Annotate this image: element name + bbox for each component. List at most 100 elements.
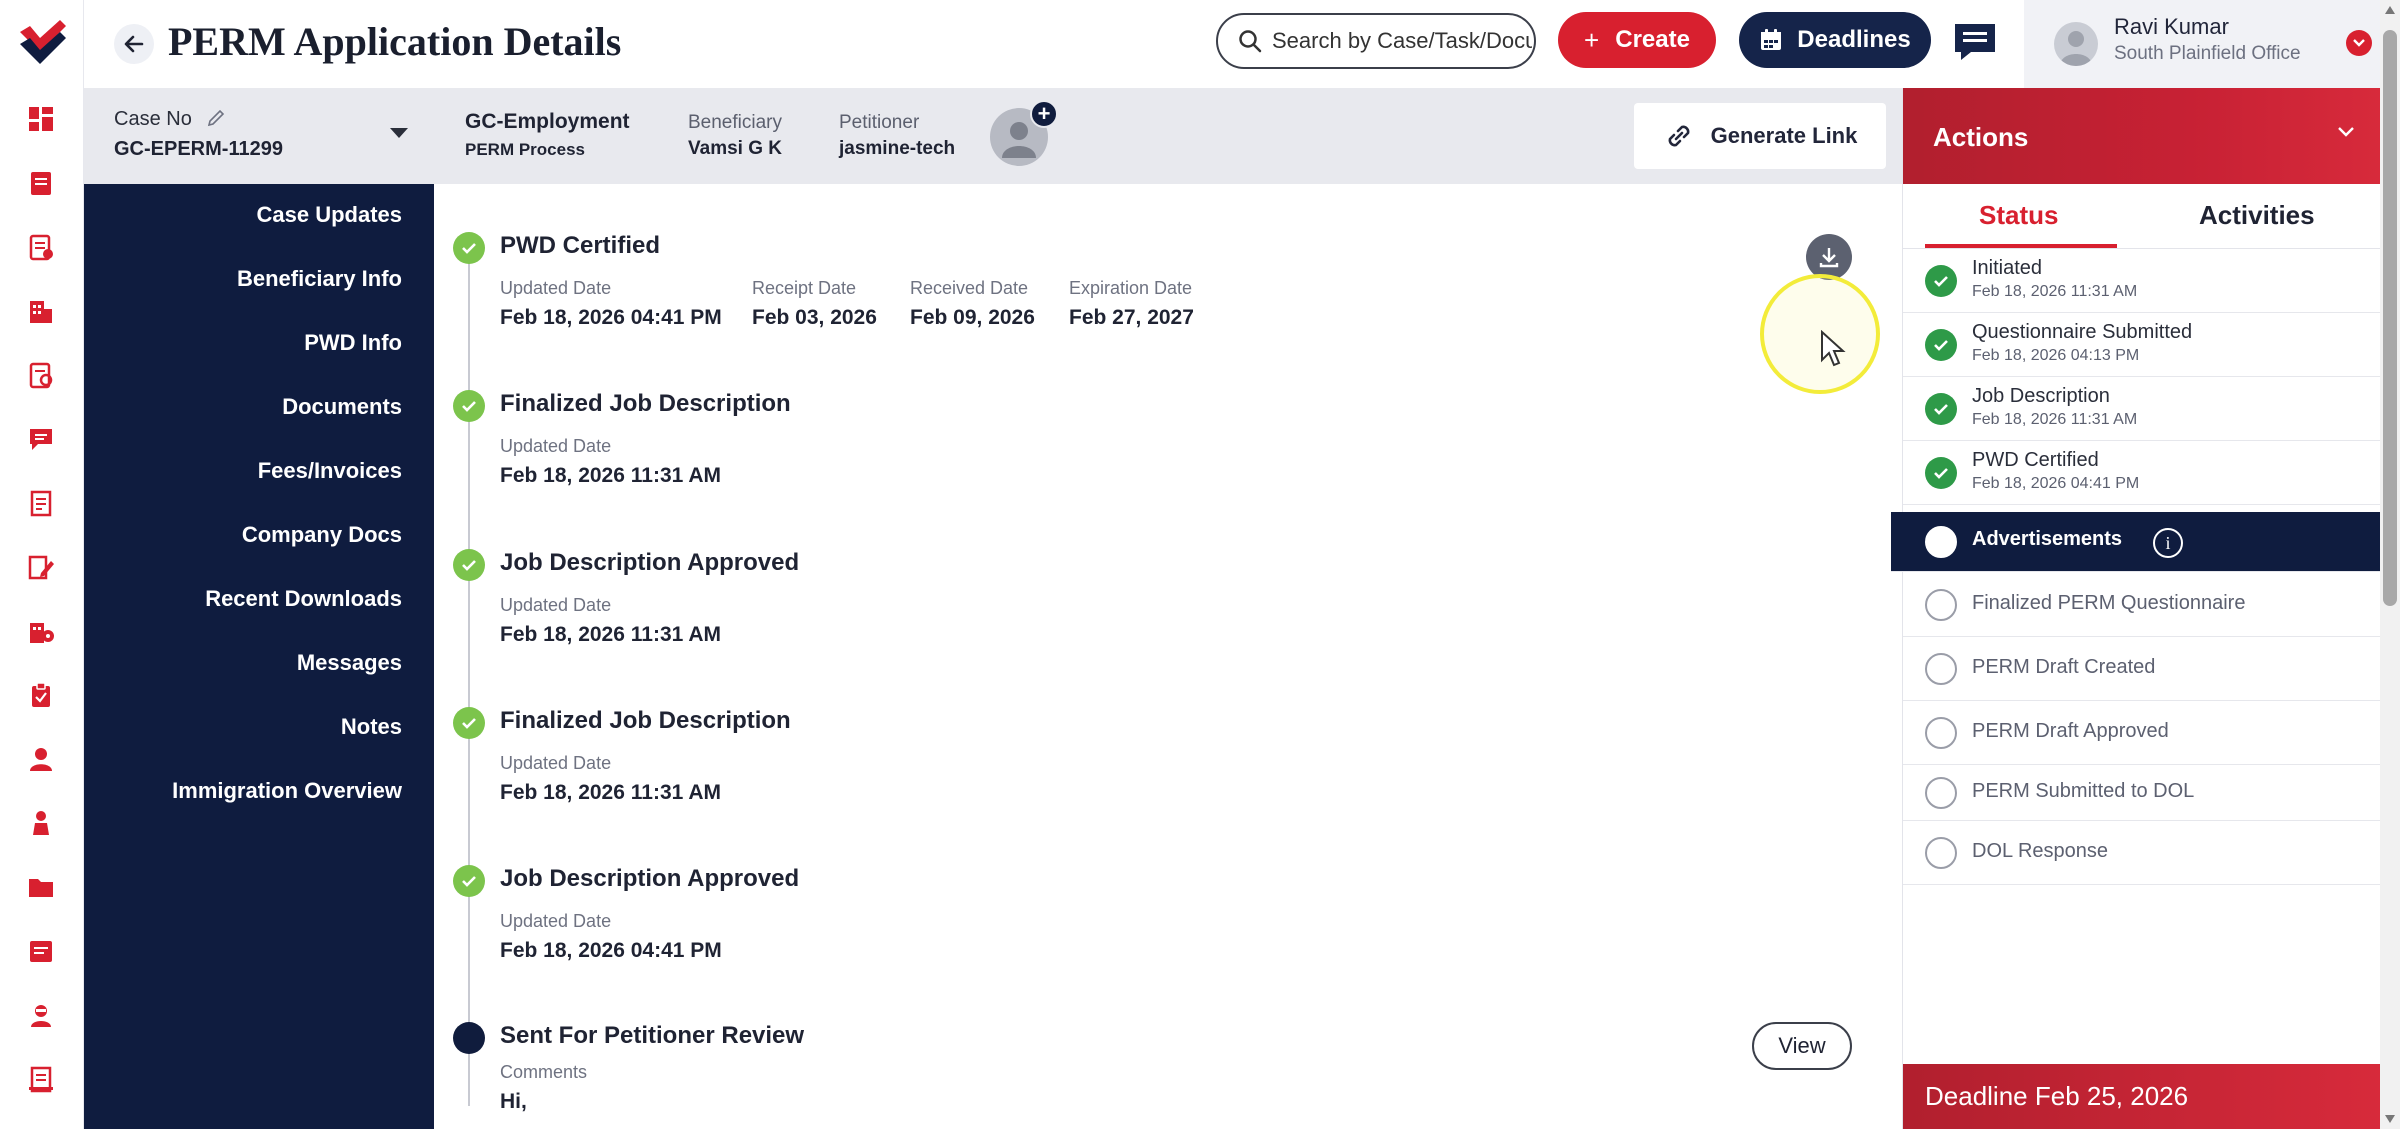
status-item-perm-draft-created[interactable]: PERM Draft Created (1903, 637, 2381, 701)
user-avatar (2054, 22, 2098, 66)
status-item-job-description[interactable]: Job Description Feb 18, 2026 11:31 AM (1903, 377, 2381, 441)
scroll-up-icon[interactable] (2385, 6, 2395, 14)
deadline-banner[interactable]: Deadline Feb 25, 2026 (1903, 1064, 2381, 1129)
document-search-icon[interactable] (22, 356, 60, 394)
back-button[interactable] (114, 24, 154, 64)
nav-beneficiary-info[interactable]: Beneficiary Info (237, 266, 402, 292)
actions-header[interactable]: Actions (1903, 88, 2381, 184)
status-item-perm-draft-approved[interactable]: PERM Draft Approved (1903, 701, 2381, 765)
forms-icon[interactable] (22, 228, 60, 266)
invoice-icon[interactable] (22, 484, 60, 522)
field-value: Feb 18, 2026 11:31 AM (500, 623, 722, 646)
person-icon[interactable] (22, 804, 60, 842)
status-item-perm-submitted-to-dol[interactable]: PERM Submitted to DOL (1903, 765, 2381, 821)
petitioner-label: Petitioner (839, 112, 920, 133)
status-item-finalized-perm-questionnaire[interactable]: Finalized PERM Questionnaire (1903, 573, 2381, 637)
case-updates-timeline: PWD Certified Updated Date Feb 18, 2026 … (434, 184, 1902, 1129)
user-icon[interactable] (22, 740, 60, 778)
scroll-down-icon[interactable] (2385, 1115, 2395, 1123)
check-icon (453, 390, 485, 422)
timeline-title: Sent For Petitioner Review (500, 1022, 805, 1049)
cases-icon[interactable] (22, 164, 60, 202)
beneficiary-name[interactable]: Vamsi G K (688, 138, 782, 160)
create-button[interactable]: + Create (1558, 12, 1716, 68)
deadlines-button[interactable]: Deadlines (1739, 12, 1931, 68)
chevron-down-icon[interactable] (2346, 30, 2372, 56)
check-circle-icon (1925, 457, 1957, 489)
field-label: Receipt Date (752, 278, 857, 298)
nav-company-docs[interactable]: Company Docs (242, 522, 402, 548)
add-petitioner-button[interactable]: + (1030, 100, 1058, 128)
mouse-cursor-icon (1821, 330, 1846, 367)
empty-circle-icon (1925, 653, 1957, 685)
scroll-thumb[interactable] (2383, 30, 2397, 606)
field-value: Feb 03, 2026 (752, 306, 877, 329)
clipboard-icon[interactable] (22, 676, 60, 714)
status-item-advertisements[interactable]: Advertisements i (1891, 512, 2381, 572)
nav-notes[interactable]: Notes (341, 714, 402, 740)
nav-documents[interactable]: Documents (282, 394, 402, 420)
timeline-title: Finalized Job Description (500, 707, 791, 734)
folder-icon[interactable] (22, 868, 60, 906)
empty-circle-icon (1925, 837, 1957, 869)
calendar-icon (1761, 29, 1782, 50)
icon-rail (0, 0, 84, 1129)
nav-immigration-overview[interactable]: Immigration Overview (172, 778, 402, 804)
create-label: Create (1615, 26, 1690, 53)
field-label: Received Date (910, 278, 1029, 298)
case-dropdown-icon[interactable] (390, 128, 408, 138)
case-number: GC-EPERM-11299 (114, 138, 283, 160)
status-name: PERM Submitted to DOL (1972, 780, 2195, 802)
global-search[interactable] (1216, 13, 1536, 69)
status-name: PERM Draft Created (1972, 656, 2156, 678)
comment-text: Hi, (500, 1090, 527, 1113)
field-value: Feb 18, 2026 11:31 AM (500, 464, 722, 487)
contact-icon[interactable] (22, 996, 60, 1034)
status-item-initiated[interactable]: Initiated Feb 18, 2026 11:31 AM (1903, 249, 2381, 313)
check-circle-icon (1925, 265, 1957, 297)
status-date: Feb 18, 2026 04:41 PM (1972, 475, 2140, 492)
download-button[interactable] (1806, 234, 1852, 280)
nav-case-updates[interactable]: Case Updates (256, 202, 402, 228)
petitioner-name[interactable]: jasmine-tech (839, 138, 955, 160)
edit-document-icon[interactable] (22, 548, 60, 586)
dashboard-icon[interactable] (22, 100, 60, 138)
check-circle-icon (1925, 393, 1957, 425)
user-menu[interactable]: Ravi Kumar South Plainfield Office (2024, 0, 2400, 88)
building-icon[interactable] (22, 292, 60, 330)
back-arrow-icon (124, 35, 144, 53)
field-label: Expiration Date (1069, 278, 1193, 298)
user-office: South Plainfield Office (2114, 43, 2301, 64)
nav-pwd-info[interactable]: PWD Info (304, 330, 402, 356)
timeline-title: PWD Certified (500, 232, 661, 259)
report-icon[interactable] (22, 1060, 60, 1098)
tab-status[interactable]: Status (1979, 200, 2058, 231)
timeline-title: Job Description Approved (500, 865, 800, 892)
page-scrollbar[interactable] (2380, 0, 2400, 1129)
notes-icon[interactable] (22, 932, 60, 970)
company-settings-icon[interactable] (22, 612, 60, 650)
info-icon[interactable]: i (2153, 528, 2183, 558)
nav-fees-invoices[interactable]: Fees/Invoices (258, 458, 402, 484)
nav-messages[interactable]: Messages (297, 650, 402, 676)
pencil-icon[interactable] (206, 108, 226, 128)
status-item-pwd-certified[interactable]: PWD Certified Feb 18, 2026 04:41 PM (1903, 441, 2381, 505)
pending-dot-icon (453, 1022, 485, 1054)
search-input[interactable] (1272, 28, 1532, 54)
tab-activities[interactable]: Activities (2199, 200, 2315, 231)
status-item-dol-response[interactable]: DOL Response (1903, 821, 2381, 885)
status-item-questionnaire-submitted[interactable]: Questionnaire Submitted Feb 18, 2026 04:… (1903, 313, 2381, 377)
chat-button[interactable] (1952, 20, 1998, 64)
message-icon[interactable] (22, 420, 60, 458)
nav-recent-downloads[interactable]: Recent Downloads (205, 586, 402, 612)
empty-circle-icon (1925, 717, 1957, 749)
timeline-line (468, 246, 470, 1106)
view-button[interactable]: View (1752, 1022, 1852, 1070)
chevron-down-icon[interactable] (2337, 126, 2355, 138)
plus-icon: + (1584, 24, 1600, 55)
top-header: PERM Application Details + Create Deadli… (84, 0, 2400, 88)
chat-icon (1955, 24, 1995, 60)
generate-link-button[interactable]: Generate Link (1634, 103, 1886, 169)
status-date: Feb 18, 2026 11:31 AM (1972, 411, 2138, 428)
app-logo[interactable] (16, 18, 68, 66)
